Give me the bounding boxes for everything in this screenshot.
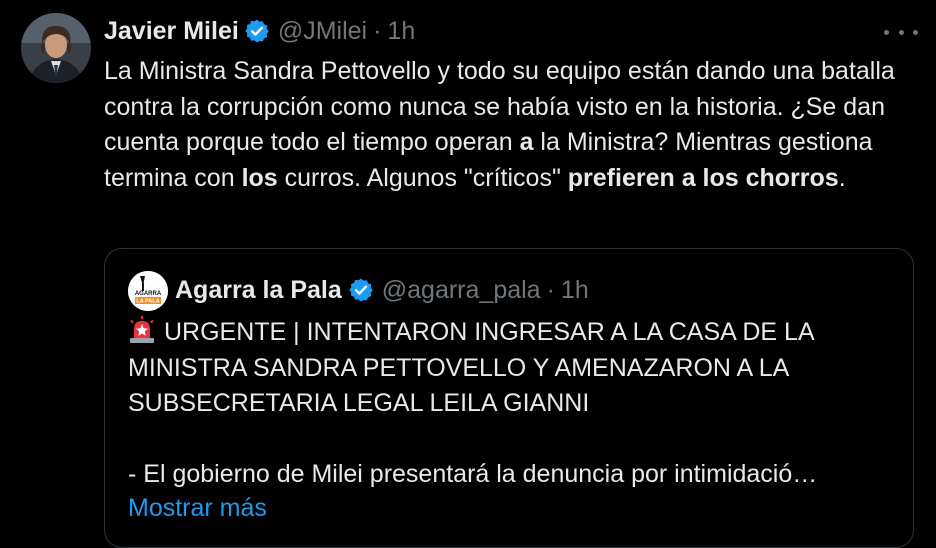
- quoted-tweet[interactable]: AGARRA LA PALA Agarra la Pala @agarra_pa…: [104, 248, 914, 548]
- tweet-text-bold: a: [519, 128, 534, 156]
- tweet-text-bold: los: [241, 163, 278, 192]
- show-more-link[interactable]: Mostrar más: [128, 494, 267, 523]
- quoted-tweet-text: URGENTE | INTENTARON INGRESAR A LA CASA …: [128, 315, 898, 493]
- tweet-header: Javier Milei @JMilei · 1h: [104, 14, 415, 48]
- quoted-tweet-line: - El gobierno de Milei presentará la den…: [128, 460, 818, 488]
- quoted-tweet-header: Agarra la Pala @agarra_pala · 1h: [175, 273, 589, 307]
- separator-dot: ·: [546, 275, 555, 304]
- separator-dot: ·: [373, 16, 382, 45]
- author-name[interactable]: Javier Milei: [104, 17, 239, 46]
- verified-badge-icon[interactable]: [244, 18, 270, 44]
- tweet[interactable]: Javier Milei @JMilei · 1h La Ministra Sa…: [0, 0, 936, 548]
- more-dot: [884, 29, 889, 35]
- tweet-text-bold: prefieren a los chorros: [567, 163, 839, 192]
- author-avatar[interactable]: [21, 13, 91, 83]
- more-dot: [898, 29, 904, 35]
- more-dot: [913, 29, 918, 35]
- quoted-author-handle[interactable]: @agarra_pala: [382, 276, 541, 305]
- quoted-tweet-timestamp[interactable]: 1h: [561, 276, 589, 305]
- quoted-avatar-text-bottom: LA PALA: [136, 299, 159, 305]
- more-options-icon[interactable]: [884, 18, 918, 46]
- quoted-avatar-text-top: AGARRA: [135, 291, 162, 297]
- tweet-text-part: .: [838, 163, 846, 192]
- quoted-headline: URGENTE | INTENTARON INGRESAR A LA CASA …: [128, 318, 814, 417]
- tweet-text-part: curros. Algunos "críticos": [277, 163, 568, 192]
- verified-badge-icon[interactable]: [348, 277, 374, 303]
- tweet-text: La Ministra Sandra Pettovello y todo su …: [104, 54, 914, 196]
- tweet-timestamp[interactable]: 1h: [387, 17, 415, 46]
- author-handle[interactable]: @JMilei: [278, 17, 367, 46]
- quoted-author-name[interactable]: Agarra la Pala: [175, 276, 342, 305]
- quoted-headline-paragraph: URGENTE | INTENTARON INGRESAR A LA CASA …: [128, 315, 898, 422]
- quoted-author-avatar[interactable]: AGARRA LA PALA: [128, 271, 168, 311]
- rotating-light-icon: [128, 316, 156, 344]
